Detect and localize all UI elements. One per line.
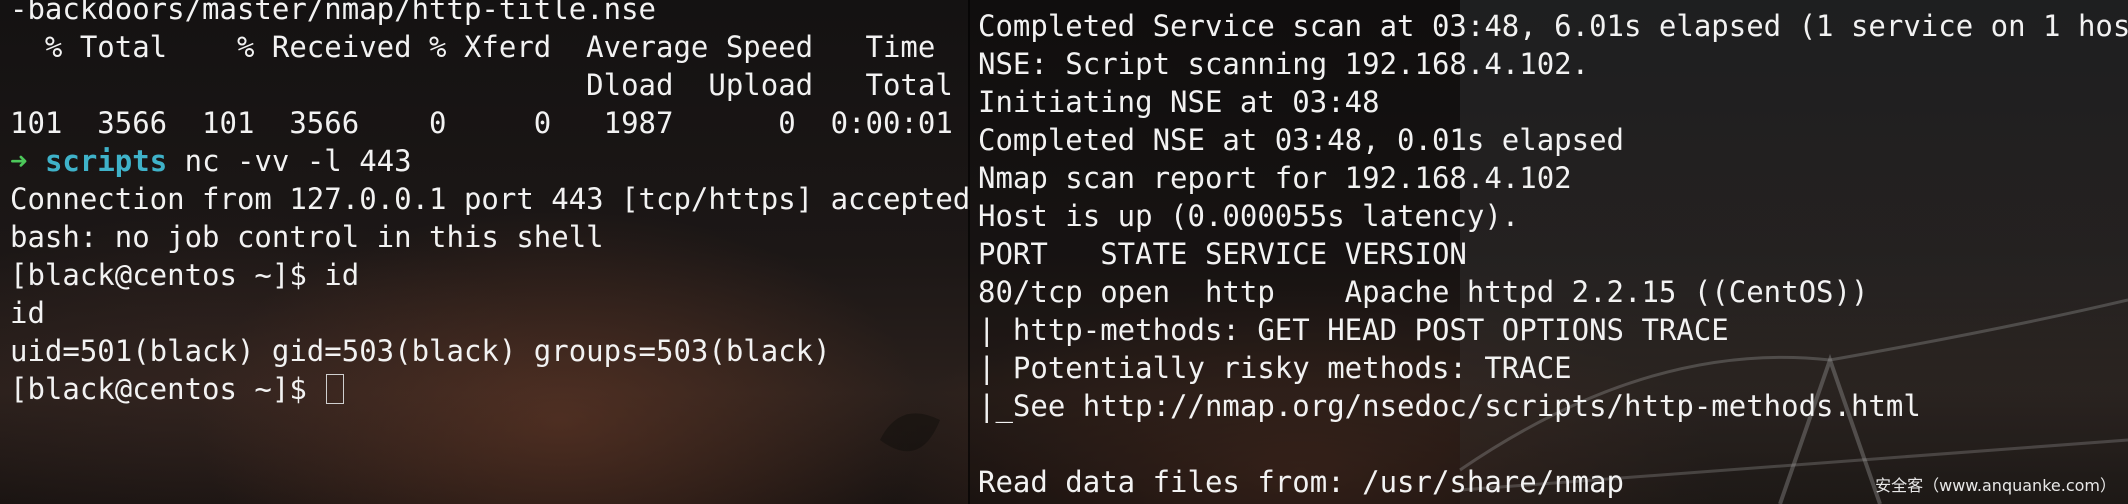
remote-shell-prompt: [black@centos ~]$	[10, 372, 325, 406]
terminal-line: Completed NSE at 03:48, 0.01s elapsed	[978, 123, 1625, 157]
prompt-command: nc -vv -l 443	[167, 144, 412, 178]
terminal-line: uid=501(black) gid=503(black) groups=503…	[10, 334, 831, 368]
terminal-line: Completed Service scan at 03:48, 6.01s e…	[978, 9, 2128, 43]
terminal-line: | http-methods: GET HEAD POST OPTIONS TR…	[978, 313, 1729, 347]
terminal-line: bash: no job control in this shell	[10, 220, 604, 254]
terminal-line: Connection from 127.0.0.1 port 443 [tcp/…	[10, 182, 968, 216]
terminal-line: 101 3566 101 3566 0 0 1987 0 0:00:01 0:0…	[10, 106, 953, 140]
terminal-line: [black@centos ~]$ id	[10, 258, 360, 292]
terminal-line: Initiating NSE at 03:48	[978, 85, 1380, 119]
terminal-line: |_See http://nmap.org/nsedoc/scripts/htt…	[978, 389, 1921, 423]
prompt-arrow-icon: ➜	[10, 144, 28, 178]
left-terminal-pane[interactable]: -backdoors/master/nmap/http-title.nse % …	[0, 0, 968, 504]
shell-prompt-line: ➜ scripts nc -vv -l 443	[10, 142, 968, 180]
prompt-cwd: scripts	[44, 144, 168, 178]
left-terminal-output: -backdoors/master/nmap/http-title.nse % …	[10, 0, 968, 408]
terminal-line: PORT STATE SERVICE VERSION	[978, 237, 1467, 271]
terminal-line: Nmap scan report for 192.168.4.102	[978, 161, 1572, 195]
active-prompt-line[interactable]: [black@centos ~]$	[10, 370, 968, 408]
terminal-line: | Potentially risky methods: TRACE	[978, 351, 1572, 385]
terminal-line: Dload Upload Total Spent Left Speed	[586, 68, 953, 102]
terminal-line: 80/tcp open http Apache httpd 2.2.15 ((C…	[978, 275, 1869, 309]
right-terminal-output: Completed Service scan at 03:48, 6.01s e…	[978, 7, 2128, 501]
terminal-line: % Total % Received % Xferd Average Speed…	[44, 30, 936, 64]
terminal-line: NSE: Script scanning 192.168.4.102.	[978, 47, 1590, 81]
text-cursor	[326, 374, 345, 404]
right-terminal-pane[interactable]: Completed Service scan at 03:48, 6.01s e…	[968, 0, 2128, 504]
terminal-line: -backdoors/master/nmap/http-title.nse	[10, 0, 657, 26]
terminal-line: id	[10, 296, 45, 330]
terminal-line: Host is up (0.000055s latency).	[978, 199, 1520, 233]
watermark: 安全客（www.anquanke.com）	[1875, 476, 2116, 495]
